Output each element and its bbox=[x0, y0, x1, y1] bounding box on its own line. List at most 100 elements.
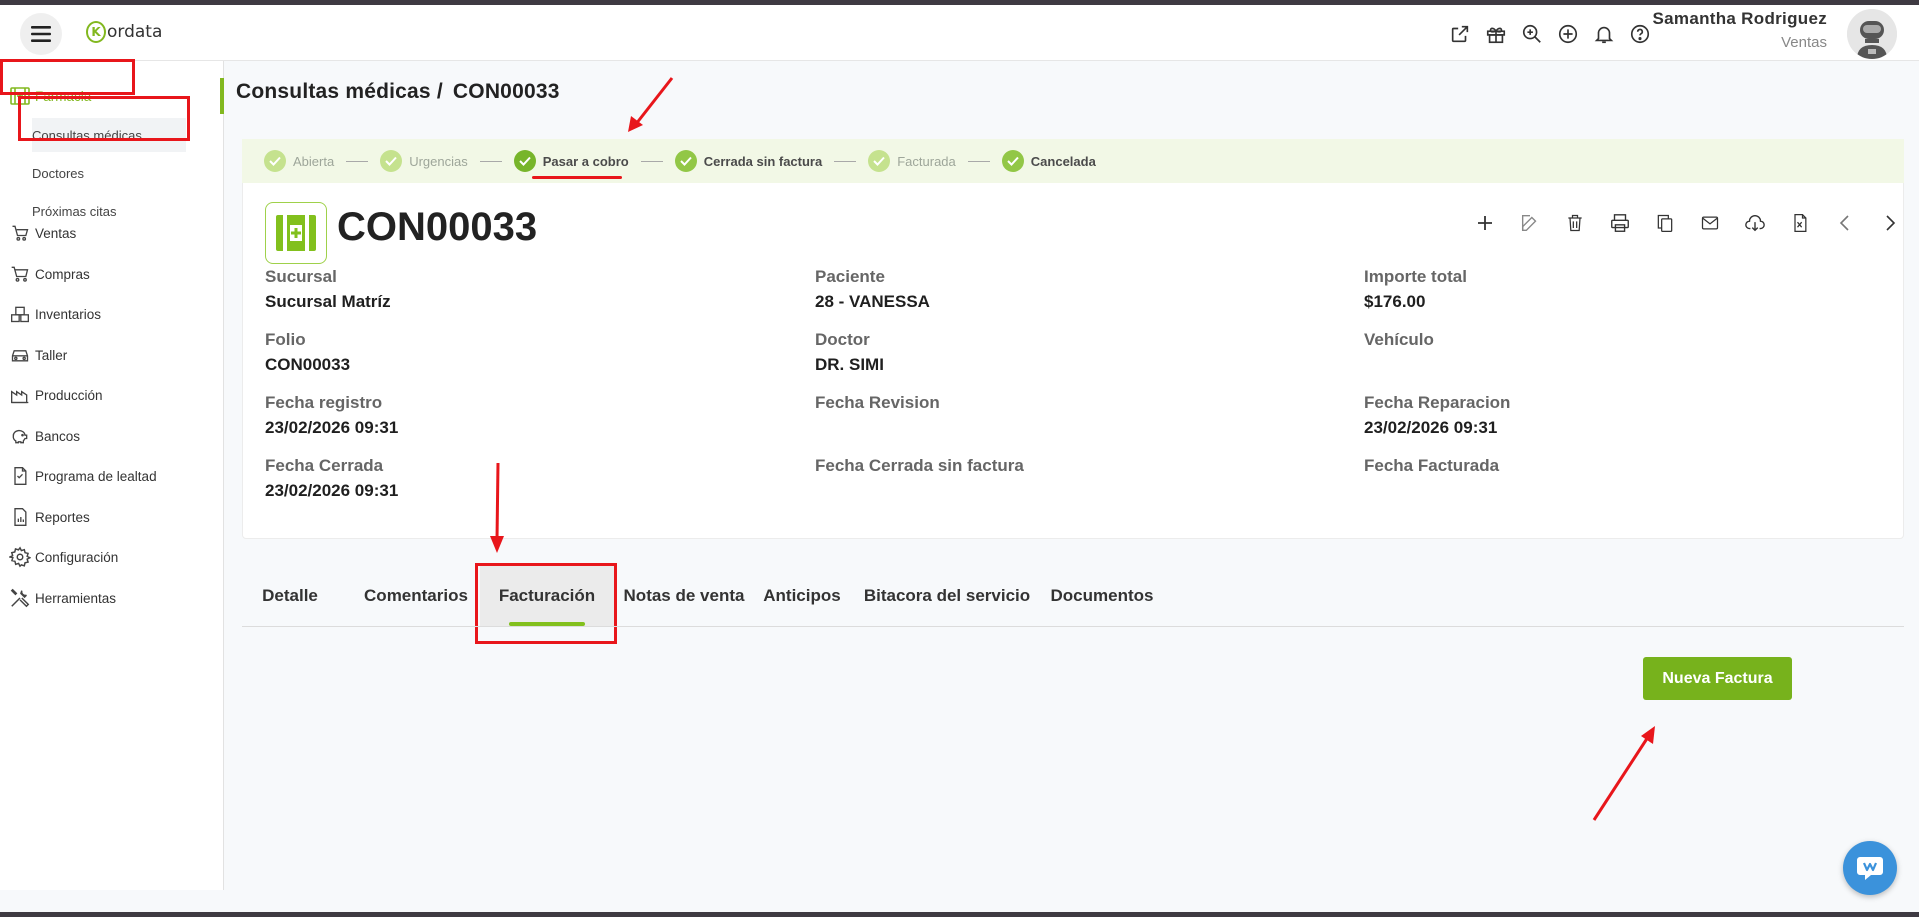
step-separator bbox=[640, 160, 663, 162]
field-paciente: Paciente 28 - VANESSA bbox=[815, 267, 930, 312]
active-tab-indicator bbox=[509, 622, 585, 626]
check-icon bbox=[674, 150, 697, 172]
field-fecha-reparacion: Fecha Reparacion 23/02/2026 09:31 bbox=[1364, 393, 1510, 438]
gift-icon[interactable] bbox=[1483, 21, 1509, 47]
gear-icon bbox=[8, 545, 32, 569]
edit-icon[interactable] bbox=[1518, 211, 1542, 235]
field-label: Fecha registro bbox=[265, 393, 383, 412]
field-value: $176.00 bbox=[1364, 292, 1426, 311]
step-separator bbox=[834, 160, 857, 162]
report-icon bbox=[8, 505, 32, 529]
field-importe-total: Importe total $176.00 bbox=[1364, 267, 1467, 312]
sidebar-item-bancos[interactable]: Bancos bbox=[0, 418, 224, 454]
field-fecha-cerrada-sin-factura: Fecha Cerrada sin factura bbox=[815, 456, 1024, 481]
sidebar-item-configuracion[interactable]: Configuración bbox=[0, 539, 224, 575]
field-vehiculo: Vehículo bbox=[1364, 330, 1434, 355]
avatar[interactable] bbox=[1847, 9, 1897, 59]
sidebar-item-reportes[interactable]: Reportes bbox=[0, 499, 224, 535]
page-title: Consultas médicas / CON00033 bbox=[236, 80, 560, 104]
sidebar-subitem-label: Doctores bbox=[32, 165, 85, 181]
field-value: 23/02/2026 09:31 bbox=[1364, 418, 1498, 437]
tab-label: Documentos bbox=[1050, 586, 1154, 605]
add-circle-icon[interactable] bbox=[1555, 21, 1581, 47]
step-label: Urgencias bbox=[409, 153, 468, 169]
sidebar-item-ventas[interactable]: Ventas bbox=[0, 215, 224, 251]
step-label: Abierta bbox=[293, 153, 335, 169]
field-label: Fecha Reparacion bbox=[1364, 393, 1511, 412]
help-icon[interactable] bbox=[1627, 21, 1653, 47]
sidebar-item-taller[interactable]: Taller bbox=[0, 337, 224, 373]
field-label: Importe total bbox=[1364, 267, 1467, 286]
field-label: Fecha Cerrada bbox=[265, 456, 384, 475]
sidebar-item-inventarios[interactable]: Inventarios bbox=[0, 296, 224, 332]
step-cerrada-sin-factura[interactable]: Cerrada sin factura bbox=[674, 150, 869, 172]
breadcrumb-record: CON00033 bbox=[452, 80, 560, 103]
step-facturada[interactable]: Facturada bbox=[868, 150, 1002, 172]
nueva-factura-button[interactable]: Nueva Factura bbox=[1643, 657, 1792, 700]
sidebar-item-herramientas[interactable]: Herramientas bbox=[0, 580, 224, 616]
sidebar-item-label: Ventas bbox=[35, 225, 77, 241]
car-icon bbox=[8, 343, 32, 367]
field-folio: Folio CON00033 bbox=[265, 330, 350, 375]
search-zoom-icon[interactable] bbox=[1519, 21, 1545, 47]
breadcrumb-section[interactable]: Consultas médicas / bbox=[236, 80, 443, 103]
print-icon[interactable] bbox=[1608, 211, 1632, 235]
robot-avatar-icon bbox=[1847, 9, 1897, 59]
step-urgencias[interactable]: Urgencias bbox=[380, 150, 514, 172]
tab-detalle[interactable]: Detalle bbox=[242, 566, 338, 626]
field-value: DR. SIMI bbox=[815, 355, 884, 374]
tab-comentarios[interactable]: Comentarios bbox=[342, 566, 490, 626]
status-stepper: Abierta Urgencias Pasar a cobro Cerrada … bbox=[242, 139, 1904, 183]
chevron-right-icon[interactable] bbox=[1878, 211, 1902, 235]
logo-text: ordata bbox=[107, 22, 163, 42]
step-abierta[interactable]: Abierta bbox=[264, 150, 380, 172]
sidebar-item-label: Compras bbox=[35, 266, 90, 282]
copy-icon[interactable] bbox=[1653, 211, 1677, 235]
field-fecha-cerrada: Fecha Cerrada 23/02/2026 09:31 bbox=[265, 456, 398, 501]
tab-documentos[interactable]: Documentos bbox=[1042, 566, 1162, 626]
sidebar-item-label: Configuración bbox=[35, 549, 119, 565]
add-icon[interactable] bbox=[1473, 211, 1497, 235]
step-label: Pasar a cobro bbox=[542, 153, 629, 169]
logo-mark-icon: K bbox=[86, 21, 106, 43]
external-link-icon[interactable] bbox=[1447, 21, 1473, 47]
check-icon bbox=[868, 150, 891, 172]
chat-icon bbox=[1857, 857, 1883, 880]
tab-notas-de-venta[interactable]: Notas de venta bbox=[616, 566, 752, 626]
sidebar-item-label: Producción bbox=[35, 387, 103, 403]
app-logo[interactable]: K ordata bbox=[86, 21, 162, 43]
record-card bbox=[242, 139, 1904, 539]
bell-icon[interactable] bbox=[1591, 21, 1617, 47]
annotation-arrow-stepper bbox=[628, 77, 674, 132]
chat-widget-button[interactable] bbox=[1843, 841, 1897, 895]
pharmacy-icon bbox=[276, 215, 316, 251]
tab-anticipos[interactable]: Anticipos bbox=[752, 566, 852, 626]
tab-bitacora-del-servicio[interactable]: Bitacora del servicio bbox=[852, 566, 1042, 626]
user-info[interactable]: Samantha Rodriguez Ventas bbox=[1653, 9, 1827, 51]
sidebar-item-produccion[interactable]: Producción bbox=[0, 377, 224, 413]
chevron-left-icon[interactable] bbox=[1833, 211, 1857, 235]
field-label: Sucursal bbox=[265, 267, 337, 286]
field-label: Fecha Revision bbox=[815, 393, 940, 412]
tab-facturacion[interactable]: Facturación bbox=[480, 566, 614, 626]
field-doctor: Doctor DR. SIMI bbox=[815, 330, 884, 375]
excel-icon[interactable] bbox=[1788, 211, 1812, 235]
email-icon[interactable] bbox=[1698, 211, 1722, 235]
field-value: Sucursal Matríz bbox=[265, 292, 391, 311]
delete-icon[interactable] bbox=[1563, 211, 1587, 235]
loyalty-icon bbox=[8, 464, 32, 488]
top-header: K ordata Samantha Rodriguez Ventas bbox=[0, 5, 1919, 61]
annotation-box-farmacia bbox=[0, 59, 135, 95]
step-cancelada[interactable]: Cancelada bbox=[1001, 150, 1096, 172]
sidebar-item-compras[interactable]: Compras bbox=[0, 256, 224, 292]
sidebar-item-label: Programa de lealtad bbox=[35, 468, 157, 484]
sidebar-item-label: Bancos bbox=[35, 428, 81, 444]
step-pasar-a-cobro[interactable]: Pasar a cobro bbox=[513, 150, 675, 179]
sidebar-item-programa-de-lealtad[interactable]: Programa de lealtad bbox=[0, 458, 224, 494]
sales-icon bbox=[8, 221, 32, 245]
sidebar-subitem-doctores[interactable]: Doctores bbox=[32, 156, 84, 190]
sidebar-item-label: Taller bbox=[35, 347, 68, 363]
download-icon[interactable] bbox=[1743, 211, 1767, 235]
menu-toggle-button[interactable] bbox=[20, 13, 62, 55]
tab-label: Facturación bbox=[498, 586, 596, 605]
